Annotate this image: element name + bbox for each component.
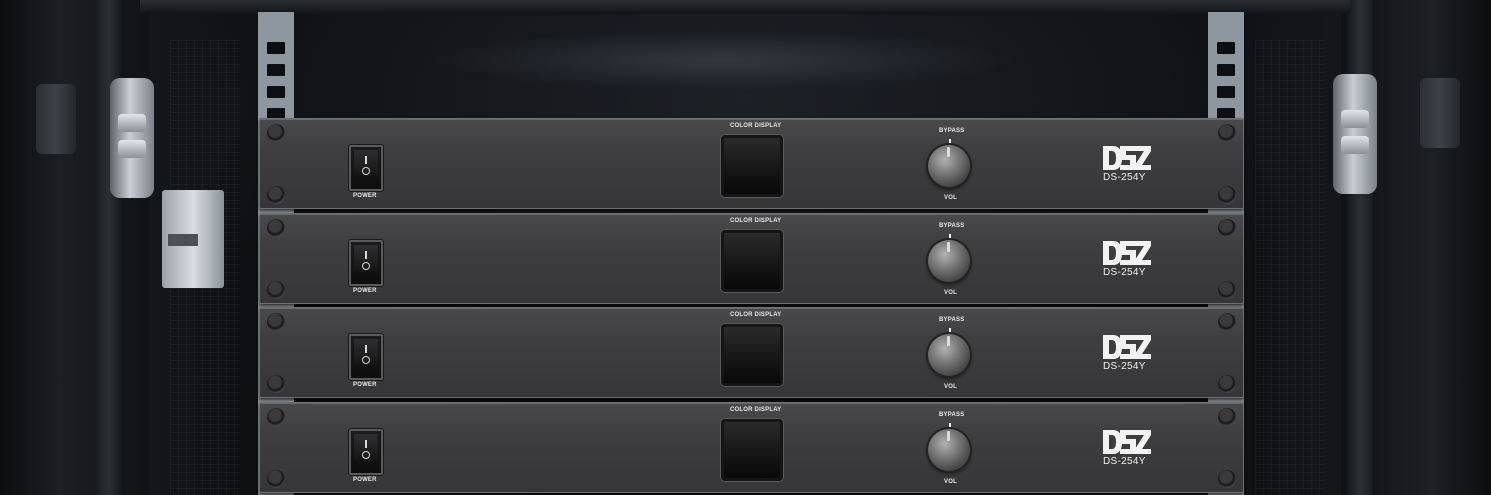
- power-switch[interactable]: [349, 334, 383, 380]
- color-display: [721, 230, 783, 292]
- screw-icon: [267, 313, 285, 331]
- volume-knob[interactable]: [928, 145, 970, 187]
- screw-icon: [1218, 470, 1236, 488]
- cabinet-left-side: [0, 0, 150, 495]
- screw-icon: [1218, 313, 1236, 331]
- bypass-label: BYPASS: [939, 128, 965, 134]
- display-label: COLOR DISPLAY: [730, 218, 782, 224]
- amplifier-unit-2: POWER COLOR DISPLAY BYPASS VOL DS-254Y: [259, 213, 1244, 304]
- dsz-logo: [1103, 241, 1151, 265]
- power-label: POWER: [353, 193, 377, 199]
- hinge-right: [1333, 74, 1377, 194]
- amplifier-unit-4: POWER COLOR DISPLAY BYPASS VOL DS-254Y: [259, 402, 1244, 493]
- cabinet-door-edge-left: [96, 0, 122, 495]
- door-latch-left: [36, 84, 76, 154]
- vol-label: VOL: [944, 195, 957, 201]
- volume-knob[interactable]: [928, 334, 970, 376]
- vol-label: VOL: [944, 384, 957, 390]
- amplifier-unit-1: POWER COLOR DISPLAY BYPASS VOL DS-254Y: [259, 118, 1244, 209]
- door-latch-right: [1420, 78, 1460, 148]
- bypass-label: BYPASS: [939, 223, 965, 229]
- dsz-logo: [1103, 335, 1151, 359]
- screw-icon: [1218, 186, 1236, 204]
- screw-icon: [267, 408, 285, 426]
- bypass-label: BYPASS: [939, 412, 965, 418]
- model-label: DS-254Y: [1103, 361, 1146, 372]
- bypass-label: BYPASS: [939, 317, 965, 323]
- screw-icon: [1218, 408, 1236, 426]
- screw-icon: [267, 375, 285, 393]
- screw-icon: [1218, 375, 1236, 393]
- display-label: COLOR DISPLAY: [730, 312, 782, 318]
- cabinet-top-frame: [140, 0, 1350, 14]
- dsz-logo: [1103, 146, 1151, 170]
- vol-label: VOL: [944, 290, 957, 296]
- dsz-logo: [1103, 430, 1151, 454]
- color-display: [721, 324, 783, 386]
- screw-icon: [267, 470, 285, 488]
- volume-knob[interactable]: [928, 429, 970, 471]
- power-label: POWER: [353, 477, 377, 483]
- screw-icon: [1218, 124, 1236, 142]
- server-rack-scene: POWER COLOR DISPLAY BYPASS VOL DS-254Y P…: [0, 0, 1491, 495]
- color-display: [721, 419, 783, 481]
- color-display: [721, 135, 783, 197]
- model-label: DS-254Y: [1103, 456, 1146, 467]
- vol-label: VOL: [944, 479, 957, 485]
- power-switch[interactable]: [349, 145, 383, 191]
- display-label: COLOR DISPLAY: [730, 123, 782, 129]
- background-blur: [420, 30, 1020, 90]
- screw-icon: [267, 281, 285, 299]
- model-label: DS-254Y: [1103, 267, 1146, 278]
- power-label: POWER: [353, 288, 377, 294]
- power-label: POWER: [353, 382, 377, 388]
- model-label: DS-254Y: [1103, 172, 1146, 183]
- power-switch[interactable]: [349, 240, 383, 286]
- display-label: COLOR DISPLAY: [730, 407, 782, 413]
- cable-bracket: [162, 190, 224, 288]
- screw-icon: [1218, 281, 1236, 299]
- hinge-left: [110, 78, 154, 198]
- power-switch[interactable]: [349, 429, 383, 475]
- screw-icon: [267, 219, 285, 237]
- screw-icon: [1218, 219, 1236, 237]
- amplifier-unit-3: POWER COLOR DISPLAY BYPASS VOL DS-254Y: [259, 307, 1244, 398]
- mesh-panel-right: [1255, 40, 1325, 495]
- volume-knob[interactable]: [928, 240, 970, 282]
- screw-icon: [267, 186, 285, 204]
- screw-icon: [267, 124, 285, 142]
